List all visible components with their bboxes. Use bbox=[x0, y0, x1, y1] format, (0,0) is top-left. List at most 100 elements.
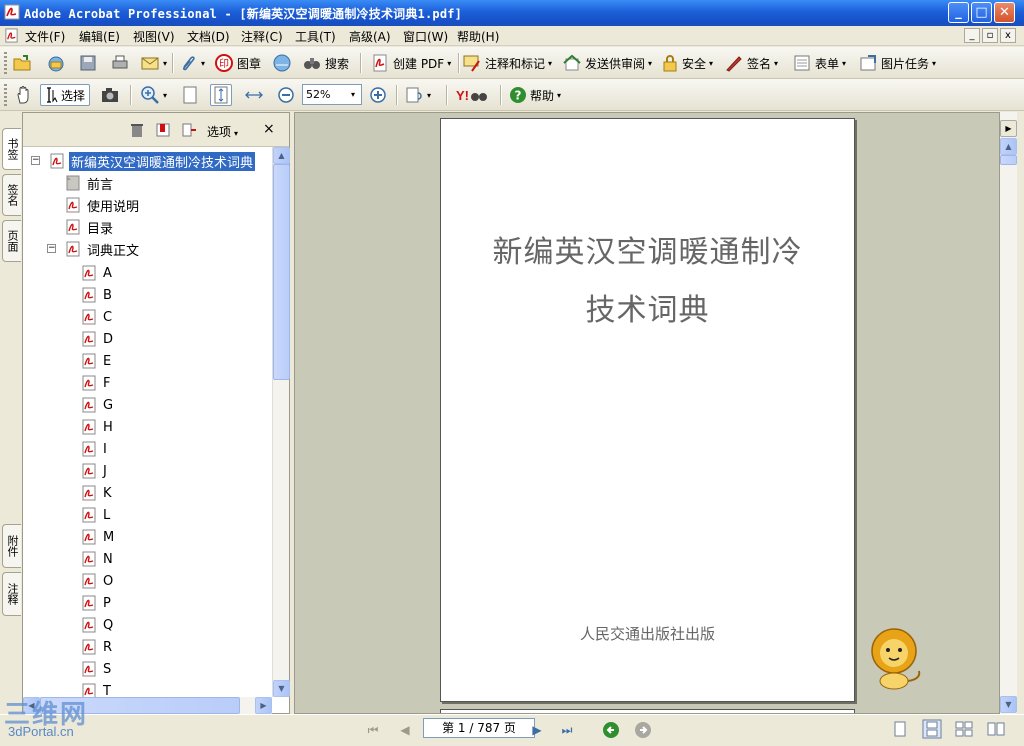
bookmark-preface[interactable]: 前言 bbox=[65, 173, 115, 193]
doc-scroll-thumb[interactable] bbox=[1000, 155, 1017, 165]
yahoo-toolbar-button[interactable]: Y! bbox=[456, 84, 488, 106]
bookmark-dictionary-body[interactable]: − 词典正文 bbox=[47, 239, 141, 259]
tab-bookmarks[interactable]: 书签 bbox=[2, 128, 21, 170]
stamp-button[interactable]: 印 图章 bbox=[214, 52, 261, 74]
chevron-down-icon[interactable]: ▾ bbox=[163, 59, 167, 68]
scroll-up-icon[interactable]: ▲ bbox=[273, 147, 290, 164]
bookmark-root[interactable]: − 新编英汉空调暖通制冷技术词典 bbox=[31, 151, 256, 171]
pdf-page[interactable]: 新编英汉空调暖通制冷 技术词典 人民交通出版社出版 bbox=[440, 118, 855, 702]
organizer-button[interactable] bbox=[46, 52, 66, 74]
trash-icon[interactable] bbox=[129, 122, 145, 138]
bookmark-letter-e[interactable]: E bbox=[81, 351, 113, 371]
tab-comments[interactable]: 注释 bbox=[2, 572, 21, 616]
collapse-toggle-icon[interactable]: − bbox=[47, 244, 56, 253]
facing-layout-icon[interactable] bbox=[954, 719, 974, 739]
bookmark-letter-p[interactable]: P bbox=[81, 593, 113, 613]
bookmark-letter-o[interactable]: O bbox=[81, 571, 115, 591]
menu-edit[interactable]: 编辑(E) bbox=[79, 28, 120, 45]
bookmark-letter-h[interactable]: H bbox=[81, 417, 115, 437]
toolbar-grip[interactable] bbox=[4, 84, 7, 106]
print-button[interactable] bbox=[110, 52, 130, 74]
acrobat-app-icon[interactable] bbox=[4, 4, 20, 20]
menu-help[interactable]: 帮助(H) bbox=[457, 28, 499, 45]
chevron-down-icon[interactable]: ▾ bbox=[557, 91, 561, 100]
bookmark-letter-q[interactable]: Q bbox=[81, 615, 115, 635]
new-bookmark-icon[interactable] bbox=[155, 122, 171, 138]
chevron-down-icon[interactable]: ▾ bbox=[447, 59, 451, 68]
bookmark-letter-f[interactable]: F bbox=[81, 373, 112, 393]
open-button[interactable] bbox=[12, 52, 32, 74]
bookmark-letter-l[interactable]: L bbox=[81, 505, 112, 525]
rotate-view-button[interactable]: ▾ bbox=[404, 84, 431, 106]
snapshot-button[interactable] bbox=[100, 84, 120, 106]
comment-markup-button[interactable]: 注释和标记 ▾ bbox=[462, 52, 552, 74]
forms-button[interactable]: 表单 ▾ bbox=[792, 52, 846, 74]
document-vertical-scrollbar[interactable]: ▶ ▲ ▼ bbox=[1000, 112, 1017, 714]
next-view-icon[interactable] bbox=[634, 721, 652, 739]
tab-pages[interactable]: 页面 bbox=[2, 220, 21, 262]
bookmark-letter-d[interactable]: D bbox=[81, 329, 115, 349]
page-number-field[interactable]: 第 1 / 787 页 bbox=[423, 718, 535, 738]
close-button[interactable]: ✕ bbox=[994, 2, 1015, 23]
menu-document[interactable]: 文档(D) bbox=[187, 28, 230, 45]
chevron-down-icon[interactable]: ▾ bbox=[548, 59, 552, 68]
doc-minimize-button[interactable]: _ bbox=[964, 28, 980, 43]
bookmark-contents[interactable]: 目录 bbox=[65, 217, 115, 237]
doc-close-button[interactable]: x bbox=[1000, 28, 1016, 43]
zoom-in-tool-button[interactable]: ▾ bbox=[140, 84, 167, 106]
menu-window[interactable]: 窗口(W) bbox=[403, 28, 448, 45]
search-button[interactable]: 搜索 bbox=[302, 52, 349, 74]
chevron-down-icon[interactable]: ▾ bbox=[774, 59, 778, 68]
menu-tools[interactable]: 工具(T) bbox=[295, 28, 336, 45]
panel-close-button[interactable]: × bbox=[263, 121, 275, 137]
doc-scroll-up-icon[interactable]: ▲ bbox=[1000, 138, 1017, 155]
zoom-level-field[interactable]: 52% ▾ bbox=[302, 84, 362, 105]
bookmark-letter-a[interactable]: A bbox=[81, 263, 114, 283]
doc-restore-button[interactable]: ▫ bbox=[982, 28, 998, 43]
document-menu-icon[interactable] bbox=[4, 28, 19, 43]
hand-tool-button[interactable] bbox=[14, 84, 34, 106]
fit-width-button[interactable] bbox=[244, 84, 264, 106]
bookmark-vertical-scrollbar[interactable]: ▲ ▼ bbox=[272, 147, 290, 697]
chevron-down-icon[interactable]: ▾ bbox=[932, 59, 936, 68]
previous-page-icon[interactable]: ◀ bbox=[396, 721, 414, 739]
chevron-down-icon[interactable]: ▾ bbox=[648, 59, 652, 68]
save-button[interactable] bbox=[78, 52, 98, 74]
sign-button[interactable]: 签名 ▾ bbox=[724, 52, 778, 74]
chevron-down-icon[interactable]: ▾ bbox=[427, 91, 431, 100]
bookmark-from-selection-icon[interactable] bbox=[181, 122, 197, 138]
tab-signatures[interactable]: 签名 bbox=[2, 174, 21, 216]
bookmark-letter-i[interactable]: I bbox=[81, 439, 109, 459]
continuous-layout-icon[interactable] bbox=[922, 719, 942, 739]
next-page-icon[interactable]: ▶ bbox=[528, 721, 546, 739]
email-button[interactable]: ▾ bbox=[140, 52, 167, 74]
toolbar-grip[interactable] bbox=[4, 52, 7, 74]
help-button[interactable]: ? 帮助 ▾ bbox=[508, 84, 561, 106]
web-button[interactable] bbox=[272, 52, 292, 74]
bookmark-letter-g[interactable]: G bbox=[81, 395, 115, 415]
bookmark-letter-n[interactable]: N bbox=[81, 549, 115, 569]
bookmark-letter-m[interactable]: M bbox=[81, 527, 116, 547]
doc-scroll-down-icon[interactable]: ▼ bbox=[1000, 696, 1017, 713]
menu-advanced[interactable]: 高级(A) bbox=[349, 28, 391, 45]
bookmark-letter-s[interactable]: S bbox=[81, 659, 113, 679]
single-page-layout-icon[interactable] bbox=[890, 719, 910, 739]
bookmark-usage[interactable]: 使用说明 bbox=[65, 195, 141, 215]
menu-comments[interactable]: 注释(C) bbox=[241, 28, 283, 45]
document-view[interactable]: 新编英汉空调暖通制冷 技术词典 人民交通出版社出版 bbox=[294, 112, 1000, 714]
continuous-facing-layout-icon[interactable] bbox=[986, 719, 1006, 739]
scroll-right-icon[interactable]: ▶ bbox=[255, 697, 272, 714]
collapse-toggle-icon[interactable]: − bbox=[31, 156, 40, 165]
scroll-thumb[interactable] bbox=[273, 164, 290, 380]
bookmark-letter-j[interactable]: J bbox=[81, 461, 109, 481]
chevron-down-icon[interactable]: ▾ bbox=[709, 59, 713, 68]
bookmark-letter-b[interactable]: B bbox=[81, 285, 114, 305]
chevron-down-icon[interactable]: ▾ bbox=[163, 91, 167, 100]
menu-file[interactable]: 文件(F) bbox=[25, 28, 65, 45]
maximize-button[interactable]: □ bbox=[971, 2, 992, 23]
menu-view[interactable]: 视图(V) bbox=[133, 28, 175, 45]
minimize-button[interactable]: _ bbox=[948, 2, 969, 23]
picture-tasks-button[interactable]: 图片任务 ▾ bbox=[858, 52, 936, 74]
actual-size-button[interactable] bbox=[180, 84, 200, 106]
zoom-out-button[interactable] bbox=[276, 84, 296, 106]
